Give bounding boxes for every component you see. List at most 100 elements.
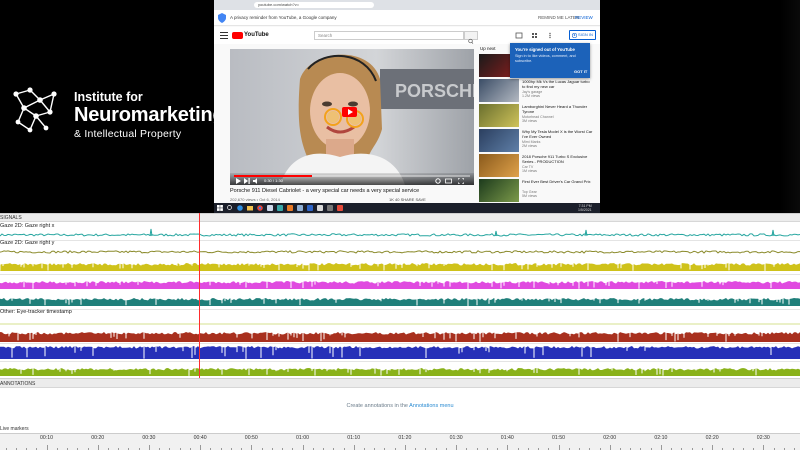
progress-fill: [234, 175, 312, 177]
shield-icon: [218, 13, 226, 23]
signal-trace: [0, 323, 800, 325]
remind-later-button[interactable]: REMIND ME LATER: [538, 15, 579, 20]
signal-edge: [0, 275, 800, 284]
annotations-header[interactable]: ANNOTATIONS: [0, 378, 800, 388]
recommendation-thumbnail[interactable]: [479, 154, 519, 177]
app-icon-7[interactable]: [327, 205, 333, 211]
recommendation-meta: Motorhead Channel 3M views: [522, 115, 554, 123]
account-icon: [572, 33, 577, 38]
app-icon[interactable]: [267, 205, 273, 211]
signal-trace: [0, 250, 800, 254]
app-icon-4[interactable]: [297, 205, 303, 211]
youtube-logo[interactable]: YouTube: [232, 31, 269, 40]
recommendation-meta: Jay's garage 1.2M views: [522, 90, 543, 98]
right-black-area: [600, 0, 800, 213]
timeline-tick-label: 01:10: [347, 435, 361, 441]
volume-icon[interactable]: [253, 178, 260, 184]
signals-header[interactable]: SIGNALS: [0, 213, 800, 222]
app-icon-3[interactable]: [287, 205, 293, 211]
recommendation-title[interactable]: 2018 Porsche 911 Turbo S Exclusive Serie…: [522, 154, 594, 164]
screen: Institute for Neuromarketing & Intellect…: [0, 0, 800, 450]
signal-line: [0, 233, 800, 237]
recommendation-title[interactable]: Why My Tesla Model X is the Worst Car I'…: [522, 129, 594, 139]
search-input[interactable]: Search: [314, 31, 464, 40]
video-frame: PORSCHE: [230, 49, 474, 185]
live-markers-label: Live markers: [0, 426, 29, 432]
theater-icon[interactable]: [445, 178, 452, 184]
logo-line-2: Neuromarketing: [74, 104, 225, 126]
recommendation-title[interactable]: Lamborghini Never Heard a Thunder Tyrone: [522, 104, 594, 114]
timeline-tick-label: 02:10: [654, 435, 668, 441]
recommendation-meta: Car TV 1M views: [522, 165, 537, 173]
timeline-tick-label: 01:20: [398, 435, 412, 441]
signal-trace: [0, 344, 800, 359]
annotations-area: Create annotations in the Annotations me…: [0, 388, 800, 426]
privacy-notice: A privacy reminder from YouTube, a Googl…: [214, 10, 600, 26]
network-logo-icon: [13, 87, 57, 133]
recommendation-thumbnail[interactable]: [479, 104, 519, 127]
timeline-tick-label: 01:00: [296, 435, 309, 441]
windows-taskbar: 7:31 PM 1/5/2021: [214, 203, 600, 213]
signal-trace: [0, 292, 800, 306]
app-icon-6[interactable]: [317, 205, 323, 211]
signed-out-tooltip: You're signed out of YouTube Sign in to …: [510, 43, 590, 78]
recommendation-item[interactable]: 2018 Porsche 911 Turbo S Exclusive Serie…: [479, 154, 594, 177]
hamburger-menu-icon[interactable]: [220, 32, 228, 39]
play-icon[interactable]: [235, 178, 241, 184]
timeline-ruler[interactable]: 00:10 00:20 00:30 00:40 00:50 01:00 01:10 01:20…: [0, 433, 800, 450]
url-field[interactable]: youtube.com/watch?v=: [254, 2, 374, 8]
app-icon-2[interactable]: [277, 205, 283, 211]
signal-trace: [0, 275, 800, 289]
taskbar-clock: 7:31 PM 1/5/2021: [578, 204, 592, 212]
app-icon-5[interactable]: [307, 205, 313, 211]
annotations-message-text: Create annotations in the: [346, 403, 410, 409]
progress-bar[interactable]: [234, 175, 470, 177]
search-taskbar-icon[interactable]: [227, 205, 233, 211]
recommendation-title[interactable]: First Ever Best Driver's Car Grand Prix: [522, 179, 594, 185]
folder-icon[interactable]: [247, 205, 253, 211]
institute-logo: Institute for Neuromarketing & Intellect…: [10, 84, 225, 144]
search-icon: [468, 38, 474, 44]
youtube-logo-text: YouTube: [244, 32, 269, 38]
timeline-tick-label: 02:20: [705, 435, 719, 441]
header-action-icons[interactable]: [514, 32, 559, 39]
recommendation-item[interactable]: Lamborghini Never Heard a Thunder Tyrone…: [479, 104, 594, 127]
search-button[interactable]: [464, 31, 478, 44]
annotations-empty-message: Create annotations in the Annotations me…: [0, 403, 800, 409]
recommendation-item[interactable]: First Ever Best Driver's Car Grand Prix T…: [479, 179, 594, 202]
app-icon-8[interactable]: [337, 205, 343, 211]
annotations-menu-link[interactable]: Annotations menu: [409, 403, 453, 409]
fullscreen-icon[interactable]: [458, 178, 464, 184]
video-actions[interactable]: 1K 40 SHARE SAVE: [389, 197, 426, 202]
recommendation-meta: Mimi Marks 2M views: [522, 140, 541, 148]
time-display: 0:30 / 1:30: [264, 178, 283, 183]
signals-panel: SIGNALS Gaze 2D: Gaze right x Gaze 2D: Ga…: [0, 213, 800, 380]
timeline-tick-label: 01:50: [552, 435, 565, 441]
player-controls: 0:30 / 1:30: [230, 173, 474, 185]
recommendation-item[interactable]: Why My Tesla Model X is the Worst Car I'…: [479, 129, 594, 152]
sign-in-button[interactable]: SIGN IN: [569, 30, 596, 40]
timeline-tick-label: 02:00: [603, 435, 617, 441]
tooltip-title: You're signed out of YouTube: [515, 47, 575, 52]
edge-icon[interactable]: [237, 205, 243, 211]
got-it-button[interactable]: GOT IT: [574, 69, 587, 74]
review-button[interactable]: REVIEW: [575, 15, 593, 20]
youtube-header: YouTube Search SIGN IN: [214, 27, 600, 44]
recommendation-thumbnail[interactable]: [479, 129, 519, 152]
youtube-play-icon: [232, 32, 243, 39]
signal-band: [0, 346, 800, 359]
windows-start-icon[interactable]: [217, 205, 223, 211]
next-icon[interactable]: [244, 178, 250, 184]
signals-title: SIGNALS: [0, 215, 22, 221]
chrome-icon[interactable]: [257, 205, 263, 211]
timeline-tick-label: 00:10: [40, 435, 53, 441]
recommendation-thumbnail[interactable]: [479, 79, 519, 102]
recommendation-title[interactable]: 1000hp Mk Vs the Lucas Jaguar turbo to f…: [522, 79, 594, 89]
settings-icon[interactable]: [435, 178, 441, 184]
video-player[interactable]: PORSCHE: [230, 49, 474, 185]
privacy-notice-text: A privacy reminder from YouTube, a Googl…: [230, 15, 337, 20]
recommendation-thumbnail[interactable]: [479, 179, 519, 202]
tooltip-body: Sign in to like videos, comment, and sub…: [515, 54, 576, 63]
video-meta: 202,670 views • Oct 6, 2014: [230, 197, 280, 202]
recommendation-item[interactable]: 1000hp Mk Vs the Lucas Jaguar turbo to f…: [479, 79, 594, 102]
